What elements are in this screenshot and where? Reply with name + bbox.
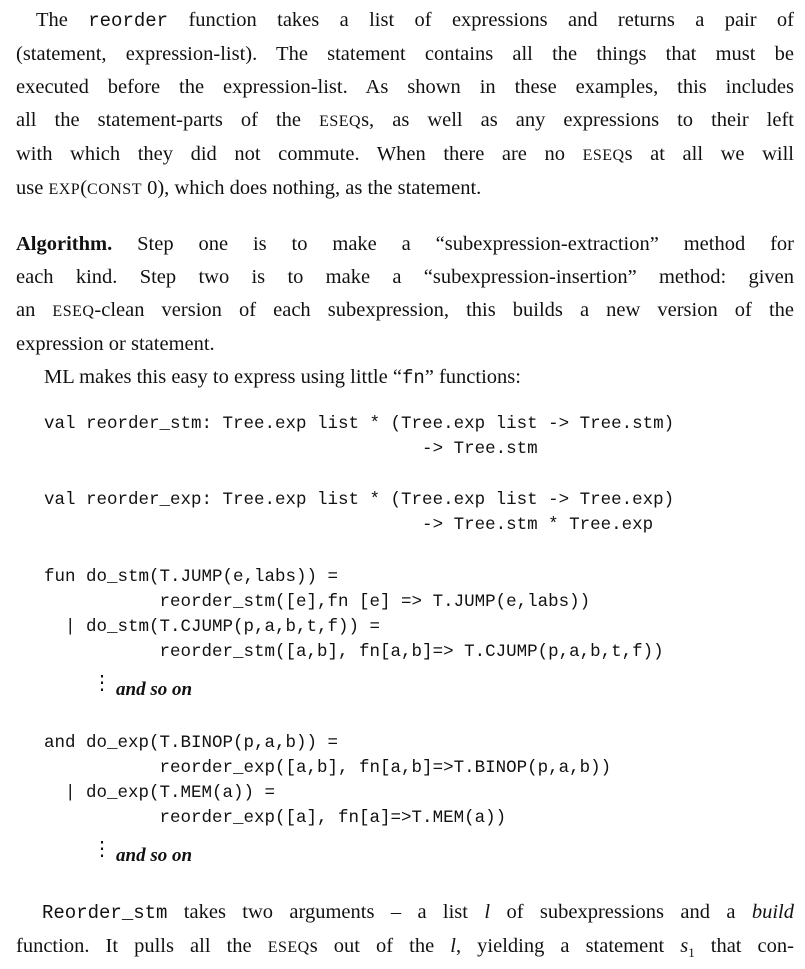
code-line: and do_exp(T.BINOP(p,a,b)) = [44, 733, 339, 753]
code-line: fun do_stm(T.JUMP(e,labs)) = [44, 567, 339, 587]
code-line: val reorder_exp: Tree.exp list * (Tree.e… [44, 490, 675, 510]
paragraph-algorithm: Algorithm. Step one is to make a “subexp… [16, 233, 794, 389]
document-page: The reorder function takes a list of exp… [0, 0, 805, 966]
code-line: | do_stm(T.CJUMP(p,a,b,t,f)) = [44, 617, 381, 637]
vertical-ellipsis-icon: ⋮ [92, 672, 112, 694]
inline-code-reorder-stm: Reorder_stm [42, 902, 168, 924]
code-line: reorder_stm([e],fn [e] => T.JUMP(e,labs)… [44, 592, 591, 612]
code-line: reorder_stm([a,b], fn[a,b]=> T.CJUMP(p,a… [44, 642, 664, 662]
code-line: reorder_exp([a,b], fn[a,b]=>T.BINOP(p,a,… [44, 758, 612, 778]
code-line: -> Tree.stm [44, 439, 538, 459]
algorithm-heading: Algorithm. [16, 233, 113, 255]
code-line: | do_exp(T.MEM(a)) = [44, 783, 276, 803]
paragraph-reorder-description: The reorder function takes a list of exp… [16, 9, 795, 199]
inline-code-reorder: reorder [88, 10, 169, 32]
paragraph-reorder-stm: Reorder_stm takes two arguments – a list… [16, 901, 794, 961]
inline-code-fn: fn [401, 367, 425, 389]
and-so-on-note: and so on [116, 845, 193, 866]
code-line: -> Tree.stm * Tree.exp [44, 515, 654, 535]
code-line: val reorder_stm: Tree.exp list * (Tree.e… [44, 414, 675, 434]
and-so-on-note: and so on [116, 679, 193, 700]
vertical-ellipsis-icon: ⋮ [92, 838, 112, 860]
code-line: reorder_exp([a], fn[a]=>T.MEM(a)) [44, 808, 507, 828]
